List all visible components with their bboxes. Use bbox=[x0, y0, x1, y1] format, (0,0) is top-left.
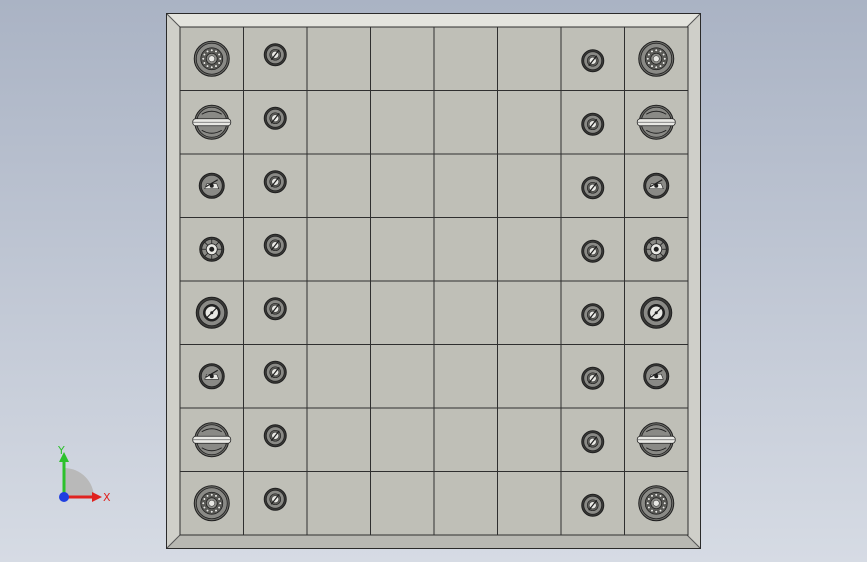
chess-piece-pawn[interactable] bbox=[263, 424, 287, 448]
board-square[interactable] bbox=[306, 344, 371, 409]
bevel-top bbox=[167, 14, 700, 27]
board-square[interactable] bbox=[497, 217, 562, 282]
board-square[interactable] bbox=[306, 407, 371, 472]
board-square[interactable] bbox=[370, 217, 435, 282]
board-square[interactable] bbox=[306, 153, 371, 218]
board-square[interactable] bbox=[306, 217, 371, 282]
chess-piece-queen[interactable] bbox=[199, 236, 225, 262]
chess-piece-bishop[interactable] bbox=[198, 172, 225, 199]
bevel-bottom bbox=[167, 535, 700, 548]
coordinate-triad: Y X bbox=[57, 444, 111, 504]
chess-piece-king[interactable] bbox=[195, 296, 228, 329]
chess-piece-pawn[interactable] bbox=[581, 430, 605, 454]
chess-piece-pawn[interactable] bbox=[581, 176, 605, 200]
chess-piece-rook[interactable] bbox=[638, 485, 675, 522]
chess-piece-pawn[interactable] bbox=[581, 303, 605, 327]
board-square[interactable] bbox=[370, 280, 435, 345]
board-square[interactable] bbox=[306, 280, 371, 345]
chess-piece-pawn[interactable] bbox=[581, 112, 605, 136]
board-square[interactable] bbox=[370, 344, 435, 409]
chess-piece-rook[interactable] bbox=[193, 485, 230, 522]
board-square[interactable] bbox=[433, 26, 498, 91]
chess-piece-pawn[interactable] bbox=[581, 366, 605, 390]
board-square[interactable] bbox=[433, 344, 498, 409]
chess-piece-bishop[interactable] bbox=[643, 172, 670, 199]
chess-piece-bishop[interactable] bbox=[643, 363, 670, 390]
board-square[interactable] bbox=[433, 90, 498, 155]
board-square[interactable] bbox=[433, 280, 498, 345]
board-square[interactable] bbox=[370, 471, 435, 536]
board-square[interactable] bbox=[306, 90, 371, 155]
board-square[interactable] bbox=[433, 471, 498, 536]
board-square[interactable] bbox=[370, 153, 435, 218]
board-square[interactable] bbox=[433, 407, 498, 472]
chess-piece-rook[interactable] bbox=[638, 40, 675, 77]
chess-piece-pawn[interactable] bbox=[581, 49, 605, 73]
chess-piece-pawn[interactable] bbox=[581, 239, 605, 263]
board-square[interactable] bbox=[497, 344, 562, 409]
chess-piece-pawn[interactable] bbox=[263, 360, 287, 384]
board-square[interactable] bbox=[433, 153, 498, 218]
board-square[interactable] bbox=[370, 407, 435, 472]
graphics-viewport[interactable]: Y X bbox=[0, 0, 867, 562]
chess-piece-pawn[interactable] bbox=[263, 106, 287, 130]
chessboard-frame bbox=[166, 13, 701, 549]
board-square[interactable] bbox=[497, 90, 562, 155]
y-axis-label: Y bbox=[57, 444, 65, 457]
board-square[interactable] bbox=[306, 471, 371, 536]
board-square[interactable] bbox=[433, 217, 498, 282]
board-square[interactable] bbox=[497, 471, 562, 536]
x-axis-arrowhead bbox=[92, 492, 102, 502]
chess-piece-pawn[interactable] bbox=[263, 43, 287, 67]
board-squares bbox=[179, 26, 689, 536]
chess-piece-queen[interactable] bbox=[643, 236, 669, 262]
chess-piece-pawn[interactable] bbox=[263, 233, 287, 257]
chess-piece-pawn[interactable] bbox=[263, 297, 287, 321]
triad-plane-arc bbox=[64, 468, 94, 498]
board-square[interactable] bbox=[306, 26, 371, 91]
chess-piece-bishop[interactable] bbox=[198, 363, 225, 390]
chess-piece-pawn[interactable] bbox=[263, 487, 287, 511]
chess-piece-pawn[interactable] bbox=[263, 170, 287, 194]
z-axis bbox=[59, 492, 69, 502]
board-square[interactable] bbox=[497, 26, 562, 91]
chess-piece-pawn[interactable] bbox=[581, 493, 605, 517]
chessboard bbox=[167, 14, 700, 548]
board-square[interactable] bbox=[497, 153, 562, 218]
board-square[interactable] bbox=[497, 280, 562, 345]
chess-piece-king[interactable] bbox=[640, 296, 673, 329]
board-square[interactable] bbox=[370, 90, 435, 155]
chess-piece-rook[interactable] bbox=[193, 40, 230, 77]
x-axis-label: X bbox=[103, 491, 111, 504]
board-square[interactable] bbox=[497, 407, 562, 472]
board-square[interactable] bbox=[370, 26, 435, 91]
